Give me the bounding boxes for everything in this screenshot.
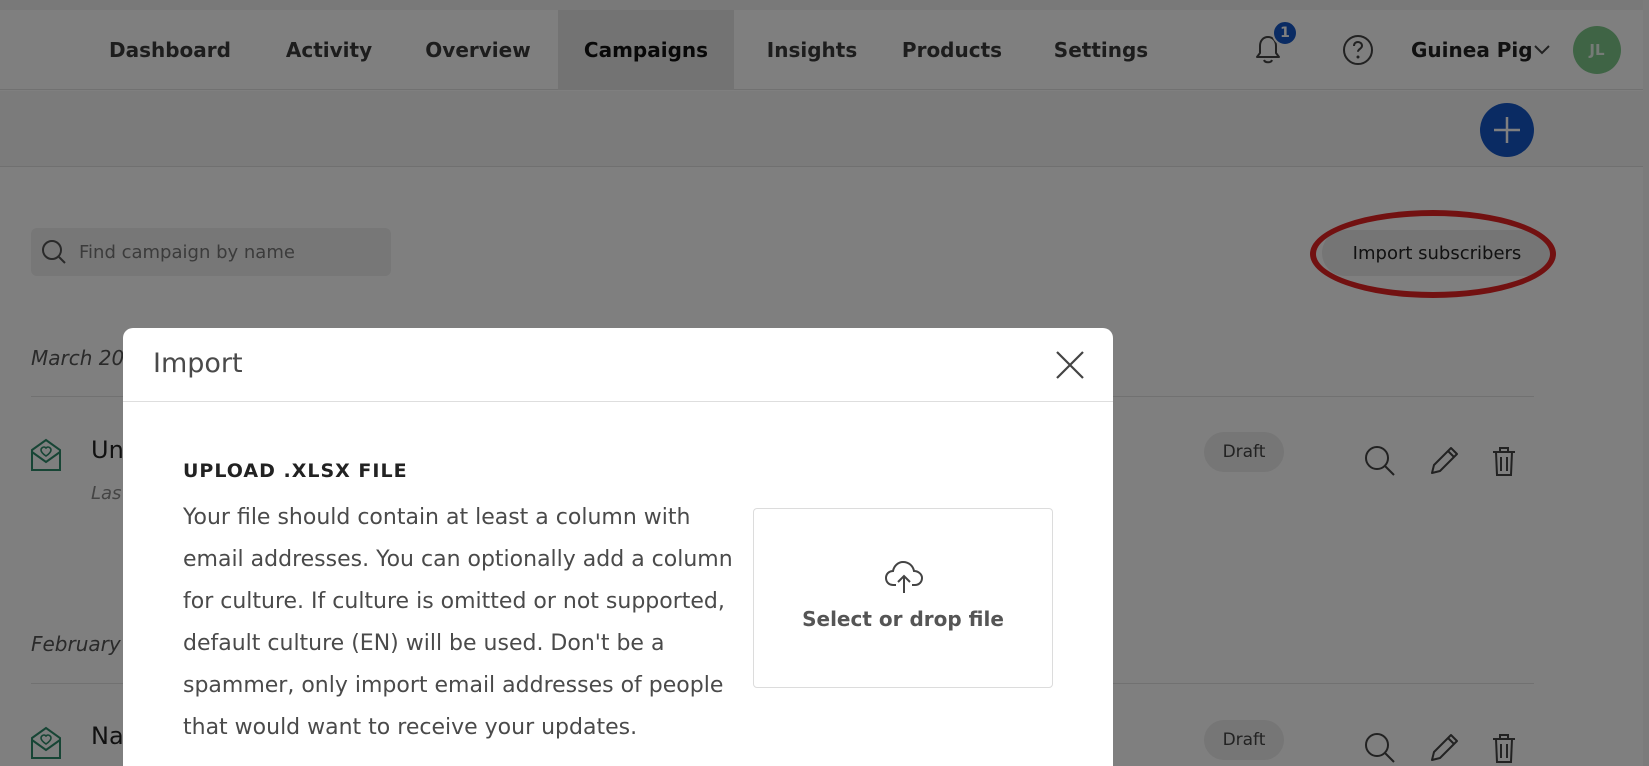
upload-section-title: UPLOAD .XLSX FILE xyxy=(183,460,408,482)
cloud-upload-icon xyxy=(884,559,924,599)
close-button[interactable] xyxy=(1051,346,1089,384)
dialog-title: Import xyxy=(153,348,243,379)
dialog-header: Import xyxy=(123,328,1113,402)
import-dialog: Import UPLOAD .XLSX FILE Your file shoul… xyxy=(123,328,1113,766)
dropzone-label: Select or drop file xyxy=(802,607,1004,631)
close-icon xyxy=(1056,351,1084,379)
file-dropzone[interactable]: Select or drop file xyxy=(753,508,1053,688)
upload-instructions: Your file should contain at least a colu… xyxy=(183,505,733,740)
